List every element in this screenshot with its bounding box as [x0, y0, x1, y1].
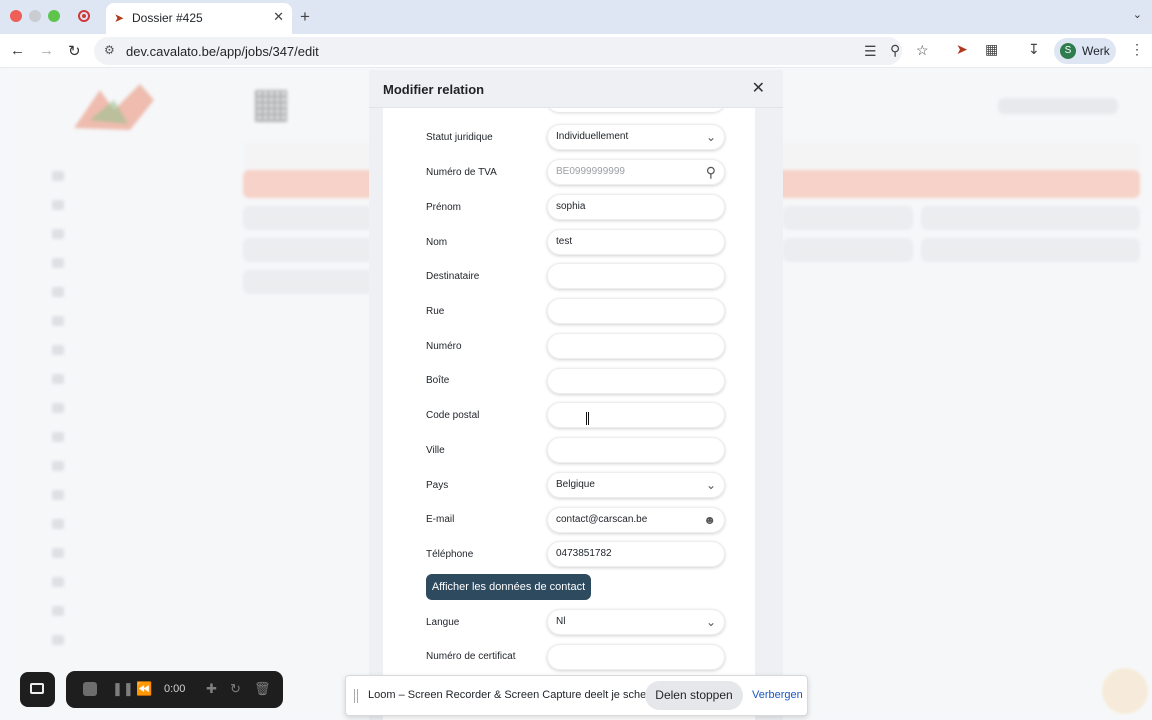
delete-icon[interactable]: 🗑: [254, 681, 271, 697]
tva-placeholder: BE0999999999: [556, 166, 625, 177]
site-settings-icon[interactable]: ⚙: [104, 43, 115, 57]
label-telephone: Téléphone: [426, 549, 474, 560]
extension-cavalato-icon[interactable]: ➤: [956, 41, 968, 58]
label-email: E-mail: [426, 514, 455, 525]
hide-link[interactable]: Verbergen: [752, 689, 803, 701]
tab-search-chevron-icon[interactable]: ⌄: [1133, 8, 1142, 21]
modal-right-edge: [755, 108, 783, 720]
reload-icon[interactable]: ↻: [68, 42, 81, 60]
cavalato-logo: [74, 84, 154, 130]
back-icon[interactable]: ←: [10, 42, 25, 59]
loom-control-bar: ❚❚ ⏪ 0:00 ✚ ↻ 🗑: [66, 671, 283, 708]
zoom-icon[interactable]: ⚲: [890, 42, 900, 59]
statut-juridique-select[interactable]: Individuellement ⌄: [547, 124, 725, 150]
forward-icon[interactable]: →: [39, 42, 54, 59]
qr-code-icon: [255, 90, 287, 122]
label-code-postal: Code postal: [426, 410, 480, 421]
close-window-button[interactable]: [10, 10, 22, 22]
modal-title: Modifier relation: [383, 82, 485, 97]
chat-widget-icon[interactable]: [1102, 668, 1148, 714]
label-destinataire: Destinataire: [426, 271, 480, 282]
destinataire-input[interactable]: [547, 263, 725, 289]
text-cursor-icon: [586, 412, 589, 425]
label-ville: Ville: [426, 445, 445, 456]
stop-recording-icon[interactable]: [83, 682, 97, 696]
label-statut-juridique: Statut juridique: [426, 132, 493, 143]
recording-time: 0:00: [164, 683, 186, 695]
tva-input[interactable]: BE0999999999 ⚲: [547, 159, 725, 185]
label-boite: Boîte: [426, 375, 450, 386]
code-postal-input[interactable]: [547, 402, 725, 428]
add-contact-icon[interactable]: ☻: [703, 508, 716, 532]
pause-icon[interactable]: ❚❚: [112, 681, 134, 697]
download-icon[interactable]: ↧: [1028, 41, 1040, 58]
avatar: S: [1060, 43, 1076, 59]
langue-select[interactable]: Nl ⌄: [547, 609, 725, 635]
label-nom: Nom: [426, 237, 448, 248]
browser-tabbar: ➤ Dossier #425 ✕ + ⌄: [0, 0, 1152, 34]
screen-share-notification: Loom – Screen Recorder & Screen Capture …: [345, 675, 808, 716]
label-tva: Numéro de TVA: [426, 167, 497, 178]
draw-tool-icon[interactable]: ✚: [206, 681, 217, 697]
chevron-down-icon: ⌄: [705, 615, 716, 629]
email-value: contact@carscan.be: [556, 514, 648, 525]
tab-close-icon[interactable]: ✕: [273, 9, 284, 25]
modal-header: Modifier relation ✕: [369, 70, 783, 108]
profile-name: Werk: [1082, 44, 1110, 58]
new-tab-icon[interactable]: +: [300, 7, 310, 27]
profile-button[interactable]: S Werk: [1054, 38, 1116, 64]
telephone-input[interactable]: 0473851782: [547, 541, 725, 567]
prenom-input[interactable]: sophia: [547, 194, 725, 220]
recording-indicator-icon: [78, 10, 90, 22]
ville-input[interactable]: [547, 437, 725, 463]
drag-handle-icon[interactable]: [354, 689, 358, 703]
search-icon[interactable]: ⚲: [706, 160, 716, 184]
address-bar[interactable]: ⚙ dev.cavalato.be/app/jobs/347/edit ☰ ⚲ …: [94, 37, 929, 65]
email-field[interactable]: contact@carscan.be ☻: [547, 507, 725, 533]
bookmark-star-icon[interactable]: ☆: [916, 42, 929, 59]
tab-title: Dossier #425: [132, 11, 203, 25]
label-langue: Langue: [426, 617, 460, 628]
pays-select[interactable]: Belgique ⌄: [547, 472, 725, 498]
boite-input[interactable]: [547, 368, 725, 394]
minimize-window-button[interactable]: [29, 10, 41, 22]
label-rue: Rue: [426, 306, 445, 317]
label-numero: Numéro: [426, 341, 462, 352]
loom-camera-button[interactable]: [20, 672, 55, 707]
nom-input[interactable]: test: [547, 229, 725, 255]
modal-form: Statut juridique Individuellement ⌄ Numé…: [383, 108, 755, 720]
label-pays: Pays: [426, 480, 449, 491]
rewind-icon[interactable]: ⏪: [136, 681, 152, 697]
browser-toolbar: ← → ↻ ⚙ dev.cavalato.be/app/jobs/347/edi…: [0, 34, 1152, 68]
chevron-down-icon: ⌄: [705, 478, 716, 492]
modal-left-edge: [369, 108, 383, 720]
rue-input[interactable]: [547, 298, 725, 324]
langue-value: Nl: [556, 616, 566, 627]
browser-menu-icon[interactable]: ⋮: [1130, 41, 1144, 58]
browser-tab[interactable]: ➤ Dossier #425 ✕: [106, 3, 292, 34]
stop-sharing-button[interactable]: Delen stoppen: [645, 681, 743, 710]
share-message: Loom – Screen Recorder & Screen Capture …: [368, 689, 663, 701]
label-numero-certificat: Numéro de certificat: [426, 651, 516, 662]
extensions-puzzle-icon[interactable]: ▦: [985, 41, 998, 58]
maximize-window-button[interactable]: [48, 10, 60, 22]
modal-close-icon[interactable]: ✕: [752, 78, 765, 98]
statut-juridique-value: Individuellement: [556, 131, 629, 142]
chevron-down-icon: ⌄: [705, 130, 716, 144]
numero-input[interactable]: [547, 333, 725, 359]
pays-value: Belgique: [556, 479, 595, 490]
numero-certificat-input[interactable]: [547, 644, 725, 670]
camera-icon: [30, 683, 44, 694]
restart-icon[interactable]: ↻: [230, 681, 241, 697]
translate-icon[interactable]: ☰: [864, 43, 877, 60]
show-contact-data-button[interactable]: Afficher les données de contact: [426, 574, 591, 600]
previous-field-stub: [547, 108, 725, 112]
favicon-icon: ➤: [114, 11, 125, 25]
label-prenom: Prénom: [426, 202, 462, 213]
url-text: dev.cavalato.be/app/jobs/347/edit: [126, 44, 319, 59]
